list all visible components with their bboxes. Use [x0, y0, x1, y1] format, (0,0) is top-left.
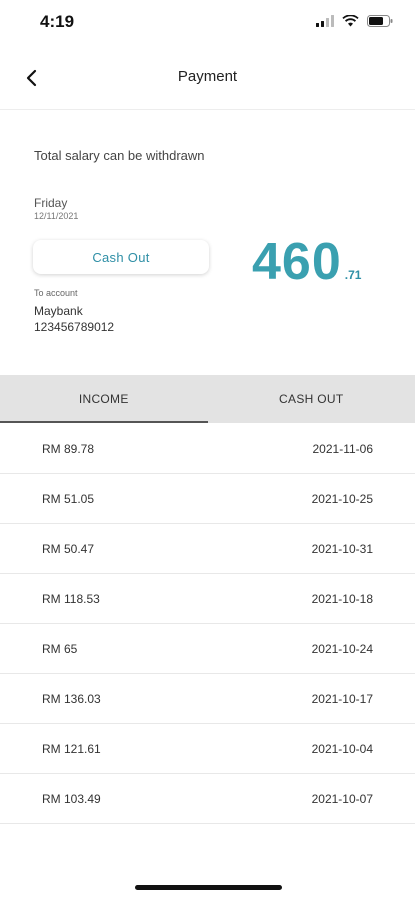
account-label: To account	[34, 288, 78, 298]
list-item[interactable]: RM 50.47 2021-10-31	[0, 524, 415, 574]
status-icons	[316, 14, 393, 32]
amount-decimal: .71	[344, 268, 362, 282]
amount-integer: 460	[252, 233, 342, 291]
transaction-date: 2021-10-17	[311, 692, 373, 706]
salary-summary-title: Total salary can be withdrawn	[34, 148, 205, 163]
transaction-amount: RM 121.61	[42, 742, 101, 756]
transaction-date: 2021-11-06	[312, 442, 374, 456]
cash-out-button[interactable]: Cash Out	[33, 240, 209, 274]
tab-bar: INCOME CASH OUT	[0, 375, 415, 423]
transaction-date: 2021-10-04	[311, 742, 373, 756]
transaction-date: 2021-10-31	[311, 542, 373, 556]
transaction-amount: RM 65	[42, 642, 78, 656]
tab-income[interactable]: INCOME	[0, 375, 208, 423]
home-indicator[interactable]	[135, 885, 282, 890]
list-item[interactable]: RM 103.49 2021-10-07	[0, 774, 415, 824]
transaction-amount: RM 103.49	[42, 792, 101, 806]
page-title: Payment	[177, 68, 238, 85]
list-item[interactable]: RM 89.78 2021-11-06	[0, 424, 415, 474]
wifi-icon	[342, 14, 359, 32]
list-item[interactable]: RM 121.61 2021-10-04	[0, 724, 415, 774]
list-item[interactable]: RM 118.53 2021-10-18	[0, 574, 415, 624]
transaction-list: RM 89.78 2021-11-06 RM 51.05 2021-10-25 …	[0, 424, 415, 824]
bank-name: Maybank	[34, 304, 83, 318]
list-item[interactable]: RM 65 2021-10-24	[0, 624, 415, 674]
transaction-date: 2021-10-07	[311, 792, 373, 806]
battery-icon	[367, 14, 393, 32]
list-item[interactable]: RM 51.05 2021-10-25	[0, 474, 415, 524]
transaction-amount: RM 118.53	[42, 592, 100, 606]
withdrawable-amount: 460 .71	[252, 232, 361, 292]
transaction-amount: RM 89.78	[42, 442, 95, 456]
list-item[interactable]: RM 136.03 2021-10-17	[0, 674, 415, 724]
transaction-date: 2021-10-24	[311, 642, 373, 656]
transaction-amount: RM 51.05	[42, 492, 95, 506]
transaction-amount: RM 50.47	[42, 542, 95, 556]
account-number: 123456789012	[34, 320, 115, 334]
status-time: 4:19	[40, 12, 75, 31]
tab-cash-out[interactable]: CASH OUT	[208, 375, 415, 423]
transaction-date: 2021-10-25	[311, 492, 373, 506]
app-header: Payment	[0, 50, 415, 110]
transaction-amount: RM 136.03	[42, 692, 101, 706]
day-label: Friday	[34, 196, 68, 210]
signal-icon	[316, 14, 334, 32]
transaction-date: 2021-10-18	[311, 592, 373, 606]
date-label: 12/11/2021	[34, 211, 79, 221]
status-bar: 4:19	[0, 0, 415, 46]
